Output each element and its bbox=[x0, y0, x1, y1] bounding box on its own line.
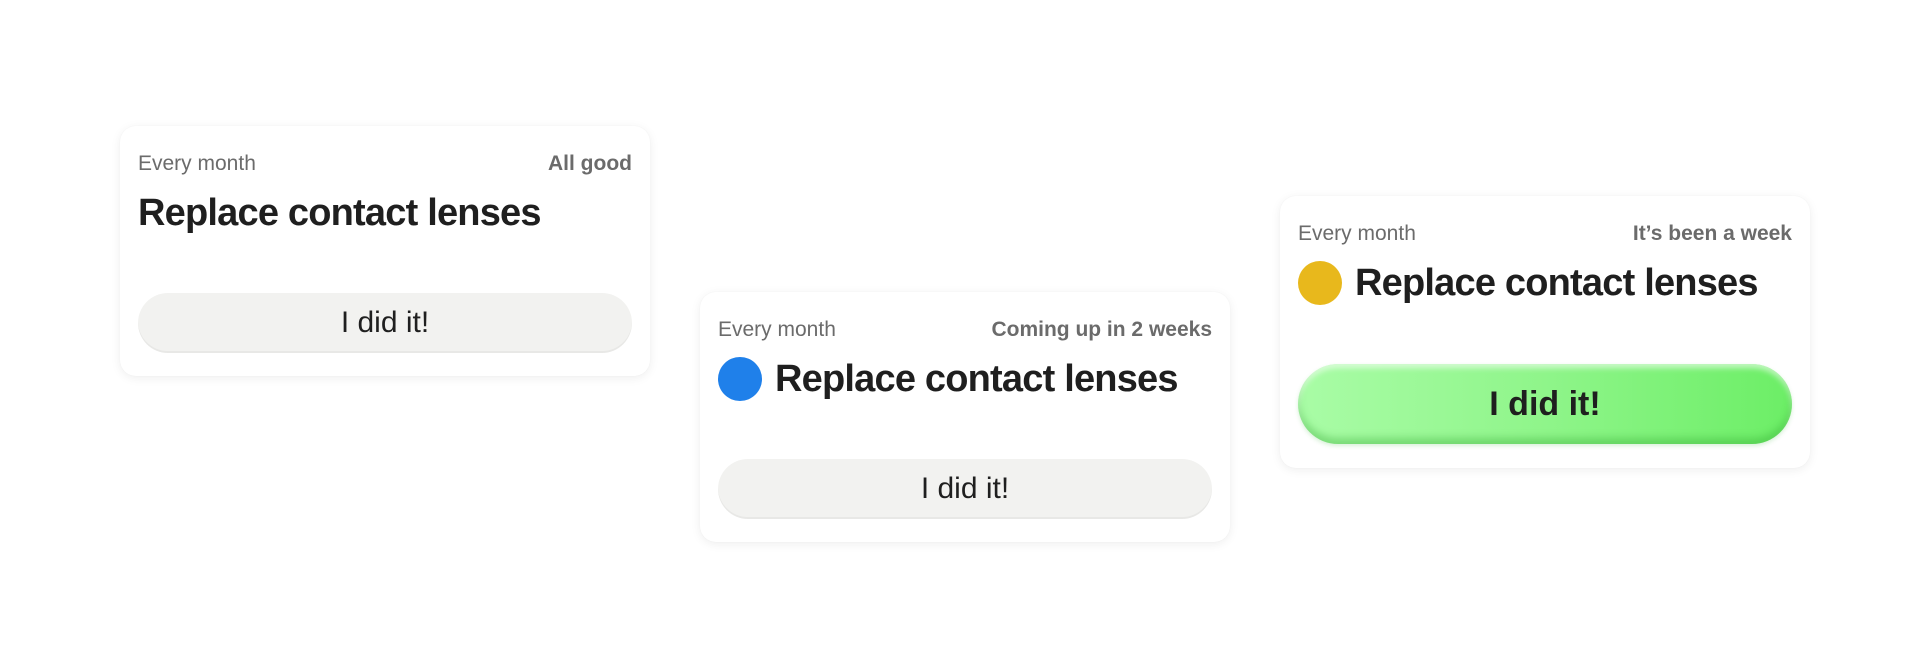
frequency-label: Every month bbox=[138, 152, 256, 175]
status-label: It’s been a week bbox=[1632, 222, 1792, 245]
reminder-card-coming-up: Every month Coming up in 2 weeks Replace… bbox=[700, 292, 1230, 542]
did-it-button[interactable]: I did it! bbox=[138, 293, 632, 353]
task-title: Replace contact lenses bbox=[775, 357, 1179, 400]
status-dot-icon bbox=[1298, 261, 1342, 305]
title-row: Replace contact lenses bbox=[718, 354, 1212, 404]
task-title: Replace contact lenses bbox=[138, 191, 542, 234]
reminder-card-overdue: Every month It’s been a week Replace con… bbox=[1280, 196, 1810, 468]
frequency-label: Every month bbox=[718, 318, 836, 341]
card-meta: Every month It’s been a week bbox=[1298, 222, 1792, 246]
did-it-button-highlighted[interactable]: I did it! bbox=[1298, 364, 1792, 444]
title-row: Replace contact lenses bbox=[138, 188, 632, 238]
task-title: Replace contact lenses bbox=[1355, 261, 1759, 304]
status-label: Coming up in 2 weeks bbox=[991, 318, 1212, 341]
reminder-card-all-good: Every month All good Replace contact len… bbox=[120, 126, 650, 376]
frequency-label: Every month bbox=[1298, 222, 1416, 245]
status-label: All good bbox=[548, 152, 632, 175]
status-dot-icon bbox=[718, 357, 762, 401]
title-row: Replace contact lenses bbox=[1298, 258, 1792, 308]
card-meta: Every month All good bbox=[138, 152, 632, 176]
did-it-button[interactable]: I did it! bbox=[718, 459, 1212, 519]
card-meta: Every month Coming up in 2 weeks bbox=[718, 318, 1212, 342]
